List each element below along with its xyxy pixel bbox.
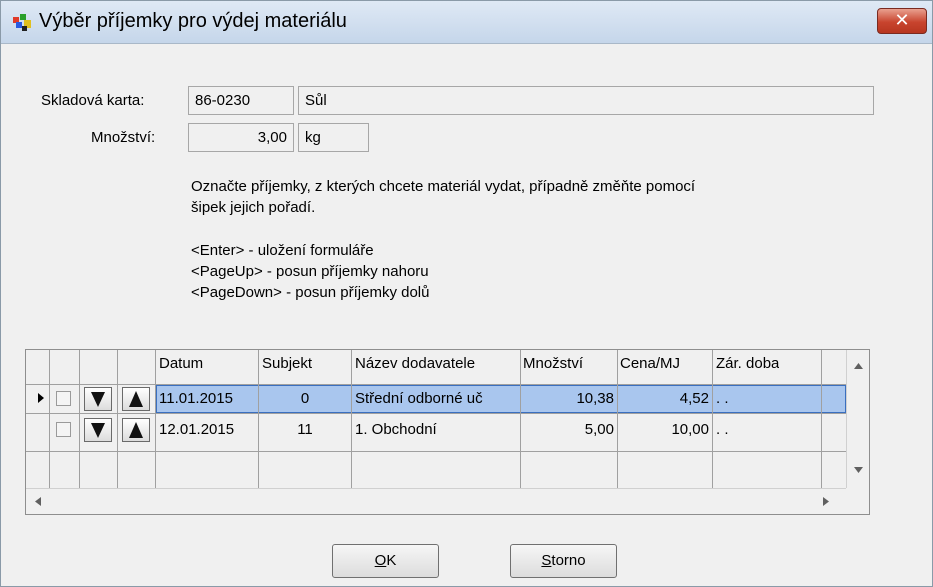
grid-line <box>49 350 50 488</box>
grid-line <box>26 451 846 452</box>
grid-line <box>821 350 822 488</box>
card-label: Skladová karta: <box>41 92 145 109</box>
cell-subjekt[interactable]: 11 <box>259 416 351 444</box>
scroll-down-icon[interactable] <box>854 467 863 473</box>
cell-mnozstvi[interactable]: 10,38 <box>521 385 617 413</box>
cell-cena[interactable]: 4,52 <box>618 385 712 413</box>
scroll-left-icon[interactable] <box>35 497 41 506</box>
arrow-down-icon <box>91 423 105 438</box>
ok-label-rest: K <box>386 552 397 569</box>
ok-mnemonic: O <box>374 552 387 569</box>
column-header-zaruka[interactable]: Zár. doba <box>716 350 779 378</box>
cell-zaruka[interactable]: . . <box>713 385 821 413</box>
storno-mnemonic: S <box>541 552 552 569</box>
card-code-field: 86-0230 <box>188 86 294 115</box>
close-icon: ✕ <box>894 10 910 31</box>
arrow-down-icon <box>91 392 105 407</box>
column-header-datum[interactable]: Datum <box>159 350 203 378</box>
move-up-button[interactable] <box>122 387 150 411</box>
column-header-dodavatel[interactable]: Název dodavatele <box>355 350 475 378</box>
move-up-button[interactable] <box>122 418 150 442</box>
window-title: Výběr příjemky pro výdej materiálu <box>39 10 347 32</box>
instruction-enter: <Enter> - uložení formuláře <box>191 242 374 259</box>
column-header-cena[interactable]: Cena/MJ <box>620 350 680 378</box>
scroll-right-icon[interactable] <box>823 497 829 506</box>
horizontal-scrollbar[interactable] <box>26 488 846 514</box>
storno-button[interactable]: Storno <box>510 544 617 578</box>
scroll-up-icon[interactable] <box>854 363 863 369</box>
unit-field: kg <box>298 123 369 152</box>
dialog-window: Výběr příjemky pro výdej materiálu ✕ Skl… <box>0 0 933 587</box>
move-down-button[interactable] <box>84 418 112 442</box>
row-checkbox[interactable] <box>56 422 71 437</box>
cell-datum[interactable]: 12.01.2015 <box>156 416 258 444</box>
cell-zaruka[interactable]: . . <box>713 416 821 444</box>
instruction-line-1: Označte příjemky, z kterých chcete mater… <box>191 178 696 195</box>
quantity-field: 3,00 <box>188 123 294 152</box>
instruction-line-2: šipek jejich pořadí. <box>191 199 316 216</box>
cell-dodavatel[interactable]: 1. Obchodní <box>352 416 520 444</box>
grid-line <box>26 413 846 414</box>
receipts-grid[interactable]: Datum Subjekt Název dodavatele Množství … <box>25 349 870 515</box>
ok-button[interactable]: OK <box>332 544 439 578</box>
cell-datum[interactable]: 11.01.2015 <box>156 385 258 413</box>
row-checkbox[interactable] <box>56 391 71 406</box>
arrow-up-icon <box>129 391 143 407</box>
grid-line <box>117 350 118 488</box>
instruction-pagedown: <PageDown> - posun příjemky dolů <box>191 284 430 301</box>
arrow-up-icon <box>129 422 143 438</box>
cell-dodavatel[interactable]: Střední odborné uč <box>352 385 520 413</box>
card-name-field: Sůl <box>298 86 874 115</box>
column-header-mnozstvi[interactable]: Množství <box>523 350 583 378</box>
cell-mnozstvi[interactable]: 5,00 <box>521 416 617 444</box>
close-button[interactable]: ✕ <box>877 8 927 34</box>
grid-line <box>79 350 80 488</box>
title-bar[interactable]: Výběr příjemky pro výdej materiálu ✕ <box>1 1 932 44</box>
scrollbar-corner <box>846 488 869 514</box>
move-down-button[interactable] <box>84 387 112 411</box>
cell-subjekt[interactable]: 0 <box>259 385 351 413</box>
row-indicator-icon <box>38 393 44 403</box>
cell-cena[interactable]: 10,00 <box>618 416 712 444</box>
app-icon <box>13 14 31 31</box>
quantity-label: Množství: <box>91 129 156 146</box>
storno-label-rest: torno <box>551 552 586 569</box>
vertical-scrollbar[interactable] <box>846 350 869 488</box>
column-header-subjekt[interactable]: Subjekt <box>262 350 312 378</box>
instruction-pageup: <PageUp> - posun příjemky nahoru <box>191 263 429 280</box>
